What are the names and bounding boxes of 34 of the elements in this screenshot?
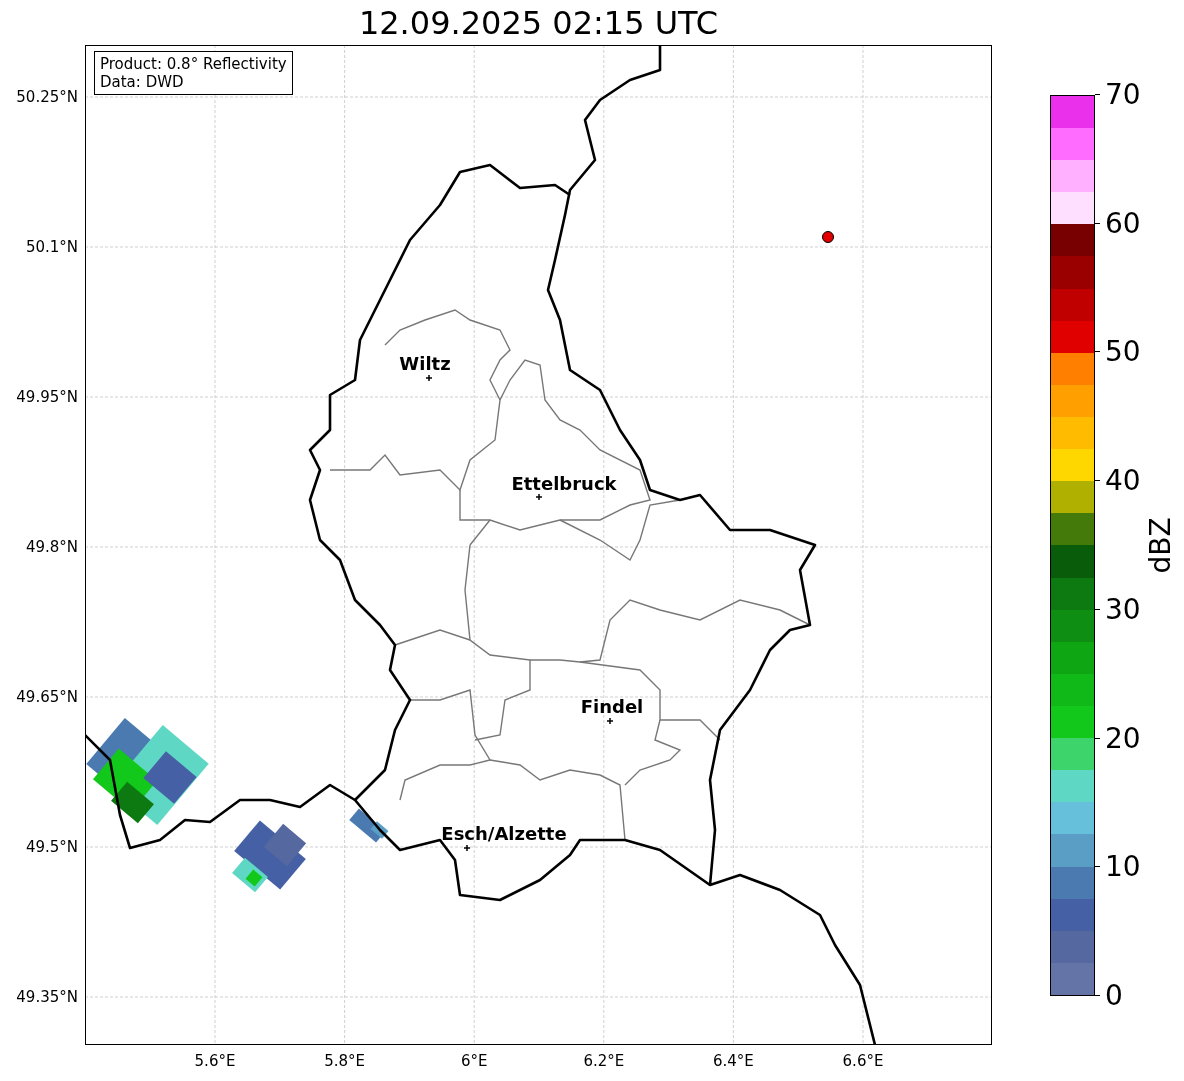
colorbar-tick-label: 10 xyxy=(1105,853,1141,882)
latitude-label: 49.35°N xyxy=(16,988,78,1006)
latitude-label: 49.65°N xyxy=(16,688,78,706)
colorbar-tick-label: 20 xyxy=(1105,724,1141,753)
colorbar-tick-label: 50 xyxy=(1105,338,1141,367)
info-text: Data: DWD xyxy=(100,73,185,91)
latitude-label: 49.95°N xyxy=(16,388,78,406)
colorbar-tick-label: 30 xyxy=(1105,595,1141,624)
colorbar-tick-label: 60 xyxy=(1105,209,1141,238)
latitude-label: 50.25°N xyxy=(16,88,78,106)
latitude-label: 49.5°N xyxy=(25,838,78,856)
latitude-label: 49.8°N xyxy=(25,538,78,556)
city-label: Esch/Alzette xyxy=(441,822,567,844)
longitude-label: 5.6°E xyxy=(194,1052,236,1070)
city-label: Wiltz xyxy=(399,352,451,374)
longitude-label: 6.6°E xyxy=(842,1052,884,1070)
city-marker-icon xyxy=(606,717,614,725)
latitude-label: 50.1°N xyxy=(25,238,78,256)
longitude-label: 5.8°E xyxy=(324,1052,365,1070)
longitude-label: 6.4°E xyxy=(712,1052,754,1070)
city-marker-icon xyxy=(425,374,433,382)
city-marker-icon xyxy=(463,844,471,852)
longitude-label: 6°E xyxy=(460,1052,488,1070)
city-label: Ettelbruck xyxy=(511,472,617,494)
longitude-label: 6.2°E xyxy=(583,1052,625,1070)
info-text: Product: 0.8° Reflectivity xyxy=(100,55,287,73)
city-marker-icon xyxy=(535,493,543,501)
colorbar-label: dBZ xyxy=(1143,517,1177,574)
chart-title: 12.09.2025 02:15 UTC xyxy=(358,3,719,42)
colorbar-tick-label: 70 xyxy=(1105,81,1141,109)
location-dot xyxy=(822,231,834,243)
colorbar-tick-label: 40 xyxy=(1105,467,1141,496)
colorbar-tick-label: 0 xyxy=(1105,982,1123,1010)
city-label: Findel xyxy=(580,695,644,717)
